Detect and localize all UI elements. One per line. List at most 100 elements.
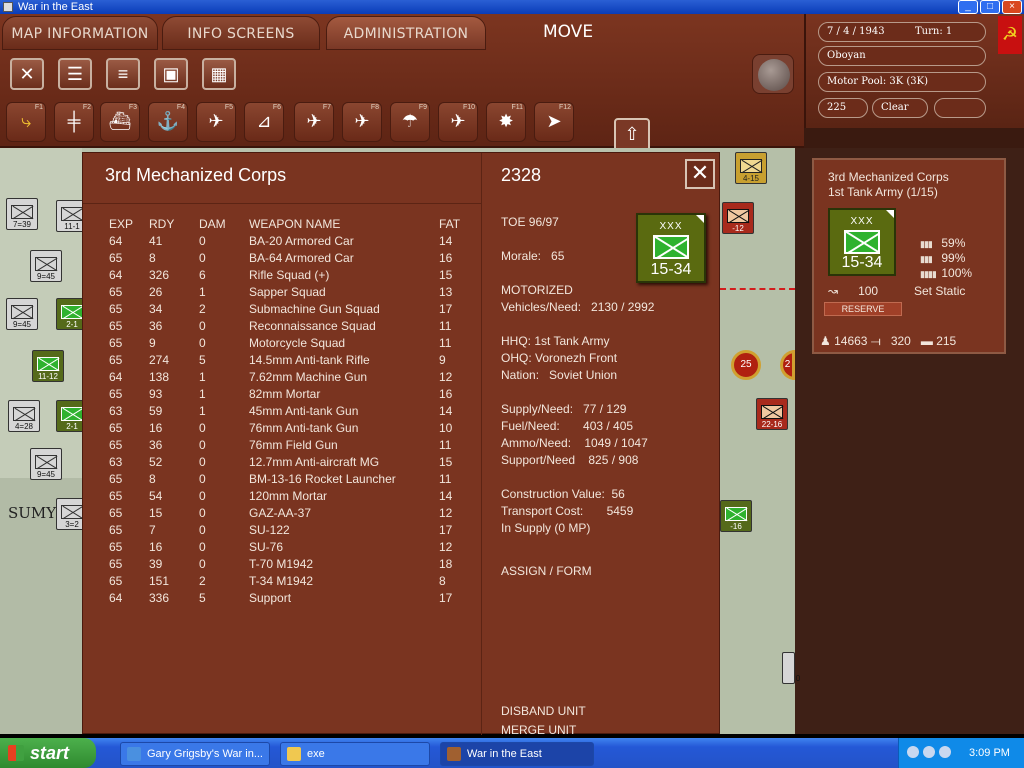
air-transfer-icon[interactable]: F7 ✈ [294,102,334,142]
rdy-cell: 54 [149,488,163,503]
column-header[interactable]: DAM [199,215,249,232]
dam-cell: 1 [199,386,206,401]
table-row[interactable]: 65 274 5 14.5mm Anti-tank Rifle 9 [109,351,469,368]
map-unit-counter[interactable]: -16 [720,500,752,532]
map-unit-counter[interactable]: 4-15 [735,152,767,184]
table-row[interactable]: 64 336 5 Support 17 [109,589,469,606]
air-attack-icon[interactable]: F10 ✈ [438,102,478,142]
explosion-icon[interactable]: F11 ✸ [486,102,526,142]
air-recon-icon[interactable]: F5 ✈ [196,102,236,142]
maximize-button[interactable]: □ [980,0,1000,14]
weapon-name-cell: 76mm Field Gun [249,437,338,452]
column-header[interactable]: EXP [109,215,149,232]
map-unit-counter[interactable]: 9=45 [6,298,38,330]
naval-transport-icon[interactable]: F3 ⛴ [100,102,140,142]
table-row[interactable]: 65 39 0 T-70 M1942 18 [109,555,469,572]
map-unit-counter[interactable]: 4=28 [8,400,40,432]
table-row[interactable]: 65 16 0 76mm Anti-tank Gun 10 [109,419,469,436]
table-row[interactable]: 65 93 1 82mm Mortar 16 [109,385,469,402]
weapon-name-cell: SU-76 [249,539,284,554]
map-unit-counter[interactable]: 9=45 [30,250,62,282]
airfield-icon[interactable]: F6 ⊿ [244,102,284,142]
table-row[interactable]: 65 7 0 SU-122 17 [109,521,469,538]
security-icon[interactable] [939,746,951,758]
dam-cell: 0 [199,437,206,452]
network-icon[interactable] [907,746,919,758]
table-row[interactable]: 65 8 0 BM-13-16 Rocket Launcher 11 [109,470,469,487]
exp-cell: 64 [109,267,123,282]
taskbar-item[interactable]: Gary Grigsby's War in... [120,742,270,766]
table-row[interactable]: 65 54 0 120mm Mortar 14 [109,487,469,504]
merge-unit-link[interactable]: MERGE UNIT [501,723,576,737]
unit-symbol-icon [37,357,59,371]
table-row[interactable]: 65 34 2 Submachine Gun Squad 17 [109,300,469,317]
railroad-icon[interactable]: F2 ╪ [54,102,94,142]
taskbar-item[interactable]: War in the East [440,742,594,766]
counter-size: XXX [850,216,874,227]
table-row[interactable]: 65 16 0 SU-76 12 [109,538,469,555]
unit-summary-box: 3rd Mechanized Corps 1st Tank Army (1/15… [812,158,1006,354]
tab-map-information[interactable]: MAP INFORMATION [2,16,158,50]
close-window-button[interactable]: × [1002,0,1022,14]
volume-icon[interactable] [923,746,935,758]
fkey-label: F1 [34,104,43,111]
objective-marker[interactable]: 25 [731,350,761,380]
disband-unit-link[interactable]: DISBAND UNIT [501,704,586,718]
save-icon[interactable]: ▣ [154,58,188,90]
exp-cell: 64 [109,590,123,605]
table-row[interactable]: 65 36 0 76mm Field Gun 11 [109,436,469,453]
table-row[interactable]: 63 59 1 45mm Anti-tank Gun 14 [109,402,469,419]
dam-cell: 5 [199,352,206,367]
rdy-cell: 7 [149,522,156,537]
table-row[interactable]: 63 52 0 12.7mm Anti-aircraft MG 15 [109,453,469,470]
paradrop-icon[interactable]: F9 ☂ [390,102,430,142]
table-row[interactable]: 65 151 2 T-34 M1942 8 [109,572,469,589]
map-unit-counter[interactable]: 9=45 [30,448,62,480]
unit-id: 2328 [501,165,542,185]
set-static-link[interactable]: Set Static [914,284,965,298]
table-row[interactable]: 65 26 1 Sapper Squad 13 [109,283,469,300]
taskbar-item[interactable]: exe [280,742,430,766]
map-unit-counter[interactable]: 0 [782,652,800,684]
reserve-button[interactable]: RESERVE [824,302,902,316]
exp-cell: 65 [109,488,123,503]
move-path-icon[interactable]: F1 ⤷ [6,102,46,142]
upload-icon[interactable]: ⇧ [614,118,650,152]
column-header[interactable]: WEAPON NAME [249,215,439,232]
ship-icon[interactable]: F4 ⚓ [148,102,188,142]
column-header[interactable]: FAT [439,215,469,232]
map-unit-counter[interactable]: 11-12 [32,350,64,382]
table-row[interactable]: 64 41 0 BA-20 Armored Car 14 [109,232,469,249]
percent-value: 59% [941,236,966,250]
fat-cell: 14 [439,403,453,418]
tab-administration[interactable]: ADMINISTRATION [326,16,486,50]
nation-text: Nation: Soviet Union [501,368,618,382]
assign-form-link[interactable]: ASSIGN / FORM [501,564,592,578]
column-header[interactable]: RDY [149,215,199,232]
table-row[interactable]: 65 15 0 GAZ-AA-37 12 [109,504,469,521]
table-row[interactable]: 65 36 0 Reconnaissance Squad 11 [109,317,469,334]
map-unit-counter[interactable]: 7=39 [6,198,38,230]
close-panel-button[interactable]: ✕ [685,159,715,189]
tab-info-screens[interactable]: INFO SCREENS [162,16,320,50]
map-unit-counter[interactable]: -12 [722,202,754,234]
close-icon[interactable]: ✕ [10,58,44,90]
table-row[interactable]: 64 326 6 Rifle Squad (+) 15 [109,266,469,283]
minimize-button[interactable]: _ [958,0,978,14]
table-row[interactable]: 65 9 0 Motorcycle Squad 11 [109,334,469,351]
table-row[interactable]: 64 138 1 7.62mm Machine Gun 12 [109,368,469,385]
window-title: War in the East [18,1,93,13]
air-bombing-icon[interactable]: F8 ✈ [342,102,382,142]
unit-counter-medium[interactable]: XXX 15-34 [828,208,896,276]
weapon-name-cell: 12.7mm Anti-aircraft MG [249,454,380,469]
next-unit-icon[interactable]: F12 ➤ [534,102,574,142]
grid-icon[interactable]: ▦ [202,58,236,90]
men-count: 14663 [834,334,868,348]
table-row[interactable]: 65 8 0 BA-64 Armored Car 16 [109,249,469,266]
unit-counter-large: XXX 15-34 [636,213,706,283]
map-unit-counter[interactable]: 22-16 [756,398,788,430]
list-icon[interactable]: ☰ [58,58,92,90]
start-button[interactable]: start [0,738,96,768]
document-list-icon[interactable]: ≡ [106,58,140,90]
round-toggle-button[interactable] [752,54,794,94]
